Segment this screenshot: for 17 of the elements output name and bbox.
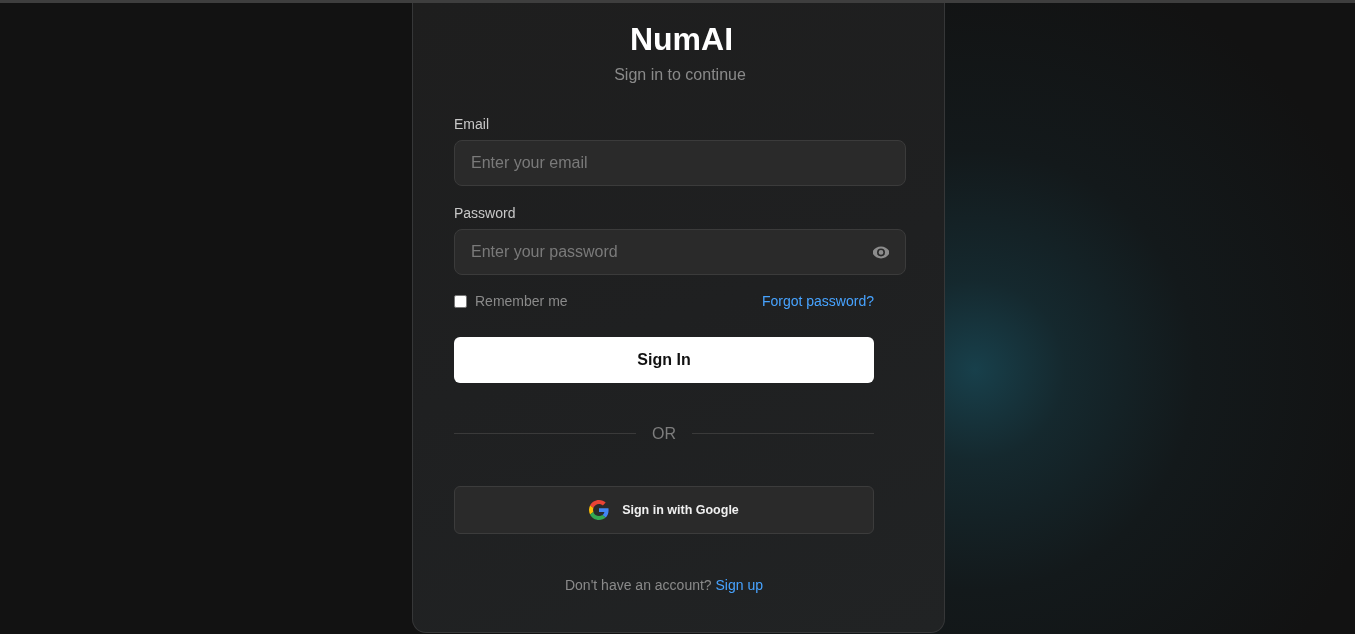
field-label: Password <box>454 205 516 221</box>
subtitle: Sign in to continue <box>614 65 746 84</box>
show-password-button[interactable] <box>873 244 889 260</box>
remember-me-label: Remember me <box>475 293 568 309</box>
email-input[interactable]: Enter your email <box>454 140 906 186</box>
field-label: Email <box>454 116 489 132</box>
google-sign-in-button[interactable]: Sign in with Google <box>454 486 874 534</box>
sign-in-button[interactable]: Sign In <box>454 337 874 383</box>
signup-prompt: Don't have an account? <box>564 577 712 593</box>
eye-icon <box>873 244 889 260</box>
remember-checkbox[interactable] <box>454 294 467 308</box>
password-input[interactable]: Enter your password <box>454 229 906 275</box>
google-logo-icon <box>589 500 610 520</box>
sign-up-link[interactable]: Sign up <box>715 577 763 593</box>
forgot-password-link[interactable]: Forgot password? <box>761 293 874 309</box>
app-title: NumAI <box>629 21 734 58</box>
divider-label: OR <box>652 424 676 443</box>
